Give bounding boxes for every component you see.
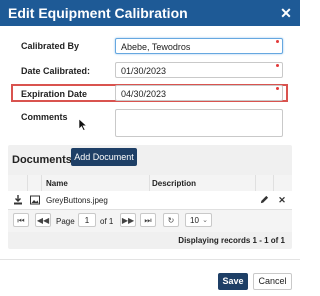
column-header-description[interactable]: Description [152, 179, 196, 188]
dialog-title-bar: Edit Equipment Calibration ✕ [0, 0, 300, 26]
comments-textarea[interactable] [115, 109, 283, 137]
column-header-name[interactable]: Name [46, 179, 68, 188]
page-size-select[interactable]: 10 ⌄ [185, 213, 212, 227]
save-button[interactable]: Save [218, 273, 248, 290]
date-calibrated-value: 01/30/2023 [121, 66, 167, 76]
required-indicator [276, 87, 279, 90]
close-icon[interactable]: ✕ [278, 5, 294, 21]
records-summary: Displaying records 1 - 1 of 1 [178, 236, 285, 245]
last-page-button[interactable]: ⏭ [140, 213, 156, 227]
refresh-icon[interactable]: ↻ [163, 213, 179, 227]
calibrated-by-label: Calibrated By [21, 41, 80, 51]
required-indicator [276, 64, 279, 67]
page-label: Page [56, 217, 75, 226]
mouse-cursor-icon [79, 119, 87, 131]
download-icon[interactable] [13, 195, 23, 205]
image-icon [30, 195, 40, 205]
comments-label: Comments [21, 112, 68, 122]
cancel-button[interactable]: Cancel [253, 273, 292, 290]
dialog-title: Edit Equipment Calibration [8, 5, 188, 21]
calibrated-by-field[interactable]: Abebe, Tewodros [115, 38, 283, 54]
expiration-date-label: Expiration Date [21, 89, 88, 99]
previous-page-button[interactable]: ◀◀ [35, 213, 51, 227]
page-count-label: of 1 [100, 217, 114, 226]
document-name[interactable]: GreyButtons.jpeg [46, 196, 108, 205]
footer-divider [0, 259, 300, 260]
add-document-button[interactable]: Add Document [71, 148, 137, 166]
chevron-down-icon: ⌄ [202, 217, 208, 224]
date-calibrated-label: Date Calibrated: [21, 66, 91, 76]
date-calibrated-field[interactable]: 01/30/2023 [115, 62, 283, 78]
delete-icon[interactable]: ✕ [277, 195, 287, 205]
required-indicator [276, 40, 279, 43]
next-page-button[interactable]: ▶▶ [120, 213, 136, 227]
calibrated-by-value: Abebe, Tewodros [121, 42, 191, 52]
documents-title: Documents [12, 154, 72, 166]
page-number-input[interactable]: 1 [78, 213, 96, 227]
expiration-date-field[interactable]: 04/30/2023 [115, 85, 283, 101]
first-page-button[interactable]: ⏮ [13, 213, 29, 227]
expiration-date-value: 04/30/2023 [121, 89, 167, 99]
page-size-value: 10 [190, 216, 199, 225]
pencil-icon[interactable] [260, 195, 269, 204]
